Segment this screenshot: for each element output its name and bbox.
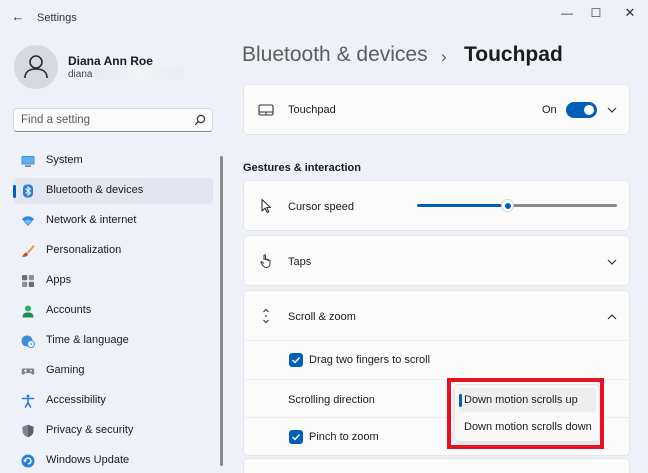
taps-card[interactable]: Taps [243,235,630,286]
red-highlight-box [447,378,604,449]
checkmark-icon [292,357,301,364]
minimize-icon[interactable]: — [555,4,579,22]
user-email: diana [68,69,93,80]
close-icon[interactable]: ✕ [618,4,642,22]
back-arrow-icon[interactable]: ← [10,9,26,25]
sidebar-item-label: Network & internet [46,214,137,226]
sidebar-scrollbar[interactable] [220,156,223,466]
sidebar-item-accounts[interactable]: Accounts [13,298,213,324]
search-input[interactable] [21,112,191,128]
cursor-speed-slider[interactable] [417,199,617,212]
sidebar-item-label: Windows Update [46,454,130,466]
sidebar-item-label: Apps [46,274,72,286]
toggle-knob [584,105,594,115]
scroll-zoom-label: Scroll & zoom [288,311,356,323]
apps-icon [22,275,34,287]
drag-two-fingers-row[interactable]: Drag two fingers to scroll [243,340,630,379]
update-icon [21,454,35,468]
title-bar: ← Settings — ☐ ✕ [0,0,648,34]
section-title: Gestures & interaction [243,162,361,174]
scroll-arrows-icon [263,308,269,324]
pinch-to-zoom-label: Pinch to zoom [309,431,379,443]
taps-label: Taps [288,256,312,268]
sidebar-item-label: Time & language [46,334,129,346]
globe-clock-icon [21,335,35,348]
person-icon [24,55,48,79]
sidebar-item-apps[interactable]: Apps [13,268,213,294]
cursor-icon [261,198,272,214]
next-card [243,458,630,473]
sidebar-item-label: System [46,154,83,166]
sidebar-item-label: Accounts [46,304,92,316]
sidebar-item-bluetooth-devices[interactable]: Bluetooth & devices [13,178,213,204]
checkmark-icon [292,434,301,441]
sidebar-item-label: Gaming [46,364,85,376]
sidebar-item-gaming[interactable]: Gaming [13,358,213,384]
sidebar-item-personalization[interactable]: Personalization [13,238,213,264]
chevron-down-icon[interactable] [606,256,618,268]
search-icon[interactable] [194,114,206,126]
sidebar-item-label: Personalization [46,244,122,256]
tap-hand-icon [260,254,271,268]
avatar[interactable] [14,45,58,89]
accessibility-icon [21,394,35,408]
sidebar-item-system[interactable]: System [13,148,213,174]
search-box[interactable] [13,108,213,132]
sidebar-item-windows-update[interactable]: Windows Update [13,448,213,473]
pinch-to-zoom-checkbox[interactable] [289,430,303,444]
breadcrumb-separator: › [441,47,447,66]
touchpad-icon [258,104,274,116]
drag-two-fingers-label: Drag two fingers to scroll [309,354,431,366]
toggle-state-label: On [542,104,557,116]
sidebar-item-label: Privacy & security [46,424,134,436]
touchpad-label: Touchpad [288,104,336,116]
sidebar-item-accessibility[interactable]: Accessibility [13,388,213,414]
bluetooth-icon [23,184,33,198]
sidebar-item-label: Accessibility [46,394,106,406]
page-title: Touchpad [464,43,563,66]
brush-icon [22,245,35,257]
slider-thumb[interactable] [501,199,514,212]
chevron-down-icon[interactable] [606,104,618,116]
email-redaction [94,67,184,80]
cursor-speed-label: Cursor speed [288,201,355,213]
sidebar-item-time-language[interactable]: Time & language [13,328,213,354]
selection-indicator [13,185,16,198]
sidebar-item-label: Bluetooth & devices [46,184,144,196]
user-name: Diana Ann Roe [68,54,153,68]
sidebar-item-network[interactable]: Network & internet [13,208,213,234]
touchpad-toggle[interactable] [566,102,597,118]
app-title: Settings [37,12,77,24]
drag-two-fingers-checkbox[interactable] [289,353,303,367]
wifi-icon [22,216,34,226]
slider-fill [417,204,507,207]
gamepad-icon [21,368,35,375]
maximize-icon[interactable]: ☐ [584,4,608,22]
sidebar-nav: System Bluetooth & devices Network & int… [13,148,213,473]
scrolling-direction-label: Scrolling direction [288,394,375,406]
shield-icon [22,424,34,438]
scroll-zoom-card[interactable]: Scroll & zoom [243,290,630,341]
sidebar-item-privacy-security[interactable]: Privacy & security [13,418,213,444]
breadcrumb-parent[interactable]: Bluetooth & devices [242,43,428,67]
person-icon [22,305,34,318]
monitor-icon [21,156,35,167]
chevron-up-icon[interactable] [606,311,618,323]
